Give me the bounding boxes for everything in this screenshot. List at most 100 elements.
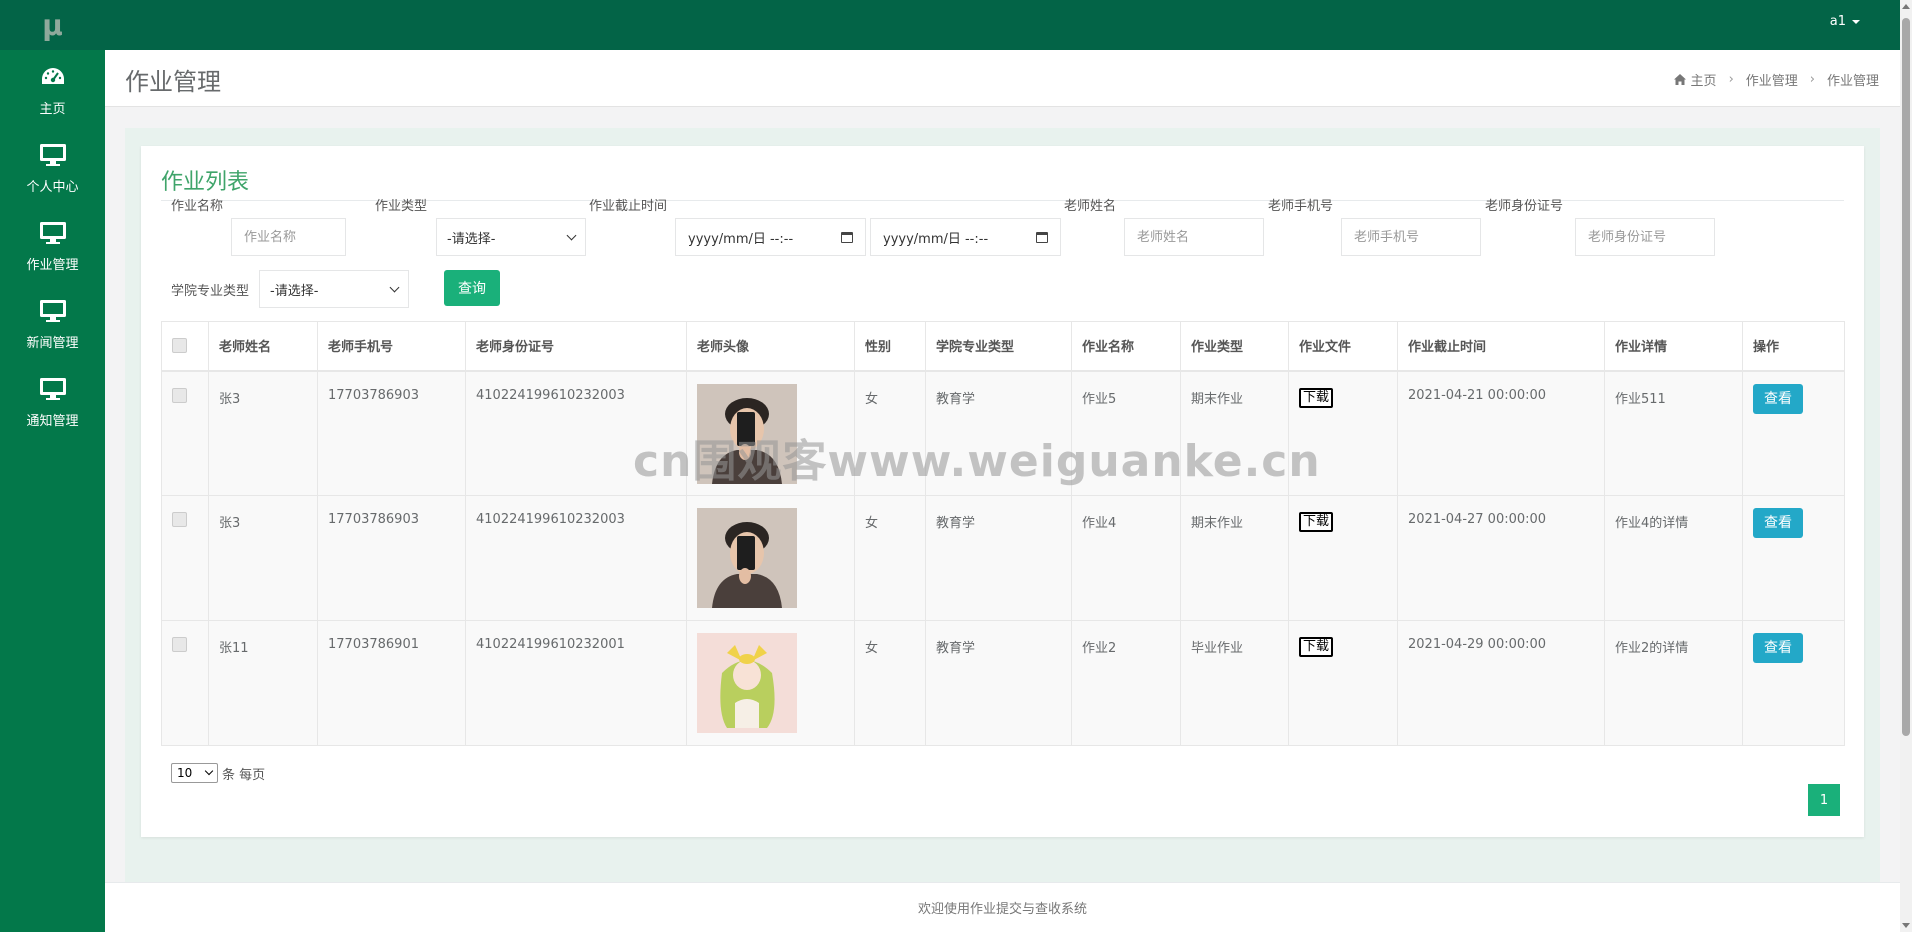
sidebar-item-label: 个人中心 xyxy=(26,179,79,195)
chevron-down-icon xyxy=(204,766,214,776)
teacher-phone-input[interactable] xyxy=(1341,218,1481,256)
column-header: 老师头像 xyxy=(686,321,855,372)
select-all-checkbox[interactable] xyxy=(172,338,187,354)
homework-type-cell: 期末作业 xyxy=(1180,495,1289,621)
row-select-cell xyxy=(161,370,209,496)
homework-type-value: -请选择- xyxy=(447,231,496,247)
column-header: 操作 xyxy=(1742,321,1845,372)
homework-name-input[interactable] xyxy=(231,218,346,256)
teacher-avatar xyxy=(697,508,797,608)
deadline-to-value: yyyy/mm/日 --:-- xyxy=(883,231,989,247)
page-size-select[interactable]: 10 xyxy=(171,763,218,783)
homework-name-cell: 作业5 xyxy=(1071,370,1181,496)
row-checkbox[interactable] xyxy=(172,512,187,527)
major-cell: 教育学 xyxy=(925,620,1072,746)
teacher-id-label: 老师身份证号 xyxy=(1485,199,1564,214)
major-select[interactable]: -请选择- xyxy=(259,270,409,308)
deadline-to-input[interactable]: yyyy/mm/日 --:-- xyxy=(870,218,1061,256)
sidebar: μ 主页 个人中心 作业管理 新闻管理 通知管理 xyxy=(0,0,105,932)
monitor-icon xyxy=(38,140,68,170)
page-title: 作业管理 xyxy=(125,68,221,96)
column-header: 作业名称 xyxy=(1071,321,1181,372)
teacher-avatar-cell xyxy=(686,370,855,496)
homework-file-cell: 下载 xyxy=(1288,620,1398,746)
vertical-scrollbar[interactable] xyxy=(1900,0,1912,932)
topbar: a1 xyxy=(105,0,1900,50)
breadcrumb-item[interactable]: 作业管理 xyxy=(1746,70,1798,89)
homework-name-cell: 作业2 xyxy=(1071,620,1181,746)
sidebar-item-home[interactable]: 主页 xyxy=(0,50,105,128)
row-checkbox[interactable] xyxy=(172,637,187,652)
panel-title: 作业列表 xyxy=(161,170,250,195)
query-button[interactable]: 查询 xyxy=(444,270,500,306)
gender-cell: 女 xyxy=(854,620,926,746)
teacher-phone-cell: 17703786903 xyxy=(317,495,466,621)
deadline-label: 作业截止时间 xyxy=(589,199,668,214)
footer: 欢迎使用作业提交与查收系统 xyxy=(105,882,1900,932)
view-button[interactable]: 查看 xyxy=(1753,508,1803,538)
calendar-icon[interactable] xyxy=(841,231,853,243)
download-link[interactable]: 下载 xyxy=(1299,512,1334,532)
deadline-from-input[interactable]: yyyy/mm/日 --:-- xyxy=(675,218,866,256)
homework-name-label: 作业名称 xyxy=(171,199,224,214)
homework-file-cell: 下载 xyxy=(1288,495,1398,621)
calendar-icon[interactable] xyxy=(1036,231,1048,243)
row-checkbox[interactable] xyxy=(172,387,187,403)
breadcrumb-home[interactable]: 主页 xyxy=(1691,70,1717,89)
breadcrumb-separator: › xyxy=(1728,72,1734,87)
page-header: 作业管理 主页 › 作业管理 › 作业管理 xyxy=(105,50,1900,107)
sidebar-item-profile[interactable]: 个人中心 xyxy=(0,128,105,206)
teacher-id-input[interactable] xyxy=(1575,218,1715,256)
monitor-icon xyxy=(38,374,68,404)
teacher-avatar-cell xyxy=(686,620,855,746)
page-button-current[interactable]: 1 xyxy=(1808,784,1840,816)
download-link[interactable]: 下载 xyxy=(1299,637,1334,657)
major-cell: 教育学 xyxy=(925,370,1072,496)
column-header: 作业文件 xyxy=(1288,321,1398,372)
caret-down-icon xyxy=(1852,19,1860,24)
homework-table: 老师姓名 老师手机号 老师身份证号 老师头像 性别 学院专业类型 作业名称 作业… xyxy=(161,321,1845,746)
row-select-cell xyxy=(161,620,209,746)
teacher-name-input[interactable] xyxy=(1124,218,1264,256)
teacher-avatar xyxy=(697,633,797,733)
sidebar-item-news[interactable]: 新闻管理 xyxy=(0,284,105,362)
teacher-phone-cell: 17703786901 xyxy=(317,620,466,746)
breadcrumb: 主页 › 作业管理 › 作业管理 xyxy=(1673,70,1879,89)
page-size-value: 10 xyxy=(177,766,193,780)
teacher-phone-label: 老师手机号 xyxy=(1268,199,1334,214)
user-menu[interactable]: a1 xyxy=(1830,14,1860,29)
dashboard-icon xyxy=(38,62,68,92)
download-link[interactable]: 下载 xyxy=(1299,387,1334,408)
major-label: 学院专业类型 xyxy=(171,284,250,299)
scroll-up-arrow-icon[interactable] xyxy=(1902,4,1910,9)
homework-type-label: 作业类型 xyxy=(375,199,428,214)
deadline-cell: 2021-04-21 00:00:00 xyxy=(1397,370,1605,496)
view-button[interactable]: 查看 xyxy=(1753,383,1803,414)
monitor-icon xyxy=(38,218,68,248)
teacher-name-cell: 张3 xyxy=(208,495,318,621)
home-icon xyxy=(1673,74,1686,85)
gender-cell: 女 xyxy=(854,370,926,496)
user-name: a1 xyxy=(1829,14,1846,29)
column-header: 老师身份证号 xyxy=(465,321,687,372)
page-size-control: 10 条 每页 xyxy=(171,763,265,783)
detail-cell: 作业2的详情 xyxy=(1604,620,1743,746)
sidebar-item-label: 作业管理 xyxy=(26,257,79,273)
monitor-icon xyxy=(38,296,68,326)
page-size-label: 条 每页 xyxy=(222,767,266,783)
sidebar-item-homework[interactable]: 作业管理 xyxy=(0,206,105,284)
sidebar-item-notices[interactable]: 通知管理 xyxy=(0,362,105,440)
view-button[interactable]: 查看 xyxy=(1753,633,1803,663)
teacher-name-label: 老师姓名 xyxy=(1064,199,1117,214)
column-header: 作业详情 xyxy=(1604,321,1743,372)
footer-text: 欢迎使用作业提交与查收系统 xyxy=(917,902,1087,917)
scrollbar-thumb[interactable] xyxy=(1902,18,1910,736)
column-header: 性别 xyxy=(854,321,926,372)
column-header: 学院专业类型 xyxy=(925,321,1072,372)
sidebar-item-label: 新闻管理 xyxy=(26,335,79,351)
homework-type-select[interactable]: -请选择- xyxy=(436,218,586,256)
chevron-down-icon xyxy=(389,282,400,292)
teacher-avatar-cell xyxy=(686,495,855,621)
scroll-down-arrow-icon[interactable] xyxy=(1902,923,1910,928)
teacher-name-cell: 张3 xyxy=(208,370,318,496)
